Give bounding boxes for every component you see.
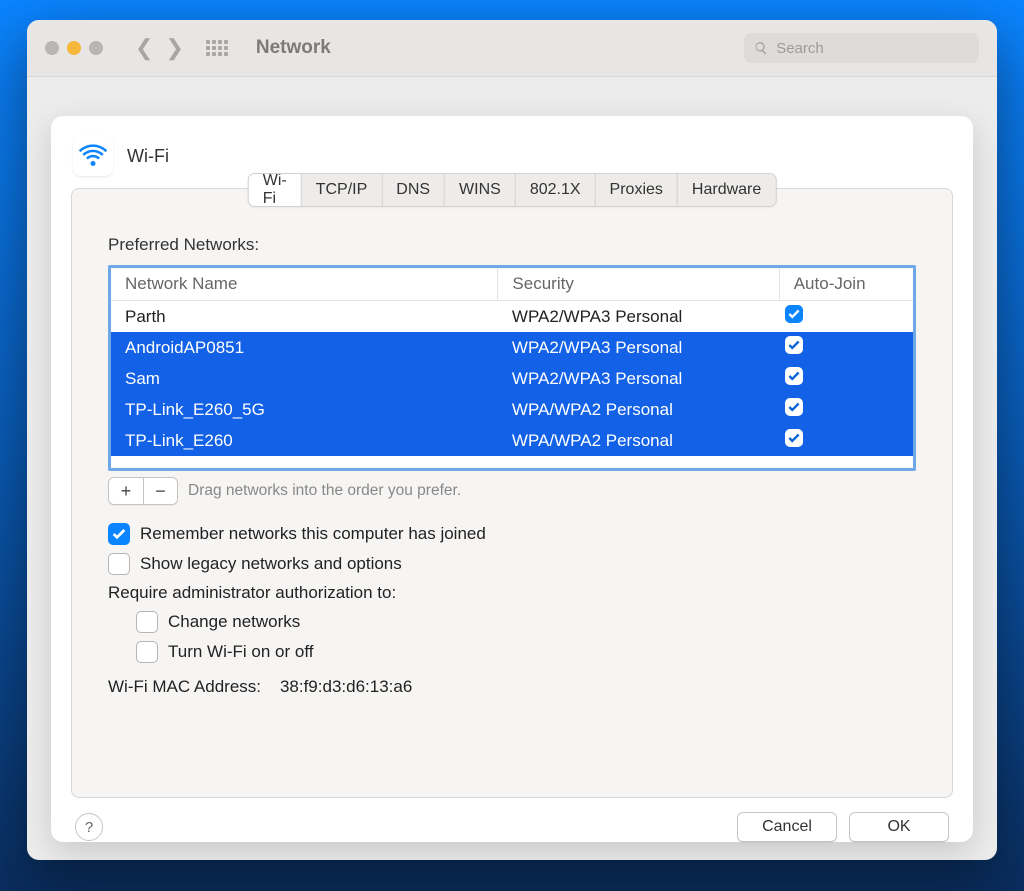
window-title: Network [256, 37, 331, 59]
autojoin-checkbox[interactable] [785, 336, 803, 354]
network-name-cell: AndroidAP0851 [111, 332, 498, 363]
network-autojoin-cell[interactable] [779, 332, 913, 363]
tab-wins[interactable]: WINS [445, 174, 516, 206]
network-row[interactable]: TP-Link_E260_5GWPA/WPA2 Personal [111, 394, 913, 425]
network-security-cell: WPA/WPA2 Personal [498, 425, 779, 456]
tabbar: Wi-FiTCP/IPDNSWINS802.1XProxiesHardware [248, 173, 777, 207]
remember-networks-option[interactable]: Remember networks this computer has join… [108, 523, 916, 545]
add-network-button[interactable]: + [109, 478, 143, 504]
tab-wifi[interactable]: Wi-Fi [249, 174, 302, 206]
wifi-sheet: Wi-Fi Wi-FiTCP/IPDNSWINS802.1XProxiesHar… [51, 116, 973, 842]
table-footer: + − Drag networks into the order you pre… [108, 477, 916, 505]
network-name-cell: TP-Link_E260 [111, 425, 498, 456]
network-row[interactable]: AndroidAP0851WPA2/WPA3 Personal [111, 332, 913, 363]
help-button[interactable]: ? [75, 813, 103, 841]
back-button[interactable]: ❮ [135, 35, 153, 61]
turn-wifi-option[interactable]: Turn Wi-Fi on or off [136, 641, 916, 663]
network-name-cell: Sam [111, 363, 498, 394]
preferred-networks-label: Preferred Networks: [108, 235, 916, 255]
remember-networks-checkbox[interactable] [108, 523, 130, 545]
change-networks-label: Change networks [168, 612, 300, 632]
sheet-title: Wi-Fi [127, 146, 169, 167]
system-preferences-window: ❮ ❯ Network Wi-Fi Wi-FiTCP/IPDNSWINS802.… [27, 20, 997, 860]
search-input[interactable] [774, 39, 969, 58]
network-row[interactable]: ParthWPA2/WPA3 Personal [111, 301, 913, 333]
col-network-name[interactable]: Network Name [111, 268, 498, 301]
network-security-cell: WPA2/WPA3 Personal [498, 363, 779, 394]
col-security[interactable]: Security [498, 268, 779, 301]
mac-address-value: 38:f9:d3:d6:13:a6 [280, 677, 412, 696]
search-box[interactable] [744, 33, 979, 63]
close-window-button[interactable] [45, 41, 59, 55]
traffic-lights [45, 41, 103, 55]
drag-order-hint: Drag networks into the order you prefer. [188, 482, 461, 500]
change-networks-option[interactable]: Change networks [136, 611, 916, 633]
titlebar: ❮ ❯ Network [27, 20, 997, 77]
col-auto-join[interactable]: Auto-Join [779, 268, 913, 301]
network-row[interactable]: TP-Link_E260WPA/WPA2 Personal [111, 425, 913, 456]
remember-networks-label: Remember networks this computer has join… [140, 524, 486, 544]
autojoin-checkbox[interactable] [785, 398, 803, 416]
require-admin-label: Require administrator authorization to: [108, 583, 916, 603]
autojoin-checkbox[interactable] [785, 367, 803, 385]
sheet-footer: ? Cancel OK [51, 798, 973, 842]
show-all-prefs-icon[interactable] [206, 40, 228, 56]
zoom-window-button[interactable] [89, 41, 103, 55]
network-autojoin-cell[interactable] [779, 394, 913, 425]
tab-proxies[interactable]: Proxies [596, 174, 678, 206]
minimize-window-button[interactable] [67, 41, 81, 55]
network-security-cell: WPA2/WPA3 Personal [498, 332, 779, 363]
show-legacy-label: Show legacy networks and options [140, 554, 402, 574]
network-security-cell: WPA/WPA2 Personal [498, 394, 779, 425]
forward-button[interactable]: ❯ [165, 35, 183, 61]
autojoin-checkbox[interactable] [785, 305, 803, 323]
show-legacy-option[interactable]: Show legacy networks and options [108, 553, 916, 575]
network-name-cell: TP-Link_E260_5G [111, 394, 498, 425]
network-autojoin-cell[interactable] [779, 301, 913, 333]
network-table[interactable]: Network Name Security Auto-Join ParthWPA… [108, 265, 916, 471]
mac-address-label: Wi-Fi MAC Address: [108, 677, 261, 696]
settings-inset: Wi-FiTCP/IPDNSWINS802.1XProxiesHardware … [71, 188, 953, 798]
autojoin-checkbox[interactable] [785, 429, 803, 447]
wifi-icon [73, 136, 113, 176]
network-security-cell: WPA2/WPA3 Personal [498, 301, 779, 333]
mac-address-row: Wi-Fi MAC Address: 38:f9:d3:d6:13:a6 [108, 677, 916, 697]
show-legacy-checkbox[interactable] [108, 553, 130, 575]
network-autojoin-cell[interactable] [779, 425, 913, 456]
search-icon [754, 40, 768, 56]
change-networks-checkbox[interactable] [136, 611, 158, 633]
tab-hardware[interactable]: Hardware [678, 174, 775, 206]
network-autojoin-cell[interactable] [779, 363, 913, 394]
network-row[interactable]: SamWPA2/WPA3 Personal [111, 363, 913, 394]
tab-tcpip[interactable]: TCP/IP [302, 174, 383, 206]
preferred-networks-section: Preferred Networks: Network Name Securit… [72, 195, 952, 505]
turn-wifi-label: Turn Wi-Fi on or off [168, 642, 313, 662]
options-section: Remember networks this computer has join… [72, 505, 952, 697]
add-remove-segment: + − [108, 477, 178, 505]
nav-arrows: ❮ ❯ [135, 35, 184, 61]
remove-network-button[interactable]: − [143, 478, 177, 504]
ok-button[interactable]: OK [849, 812, 949, 842]
turn-wifi-checkbox[interactable] [136, 641, 158, 663]
tab-8021x[interactable]: 802.1X [516, 174, 596, 206]
network-name-cell: Parth [111, 301, 498, 333]
cancel-button[interactable]: Cancel [737, 812, 837, 842]
tab-dns[interactable]: DNS [382, 174, 445, 206]
